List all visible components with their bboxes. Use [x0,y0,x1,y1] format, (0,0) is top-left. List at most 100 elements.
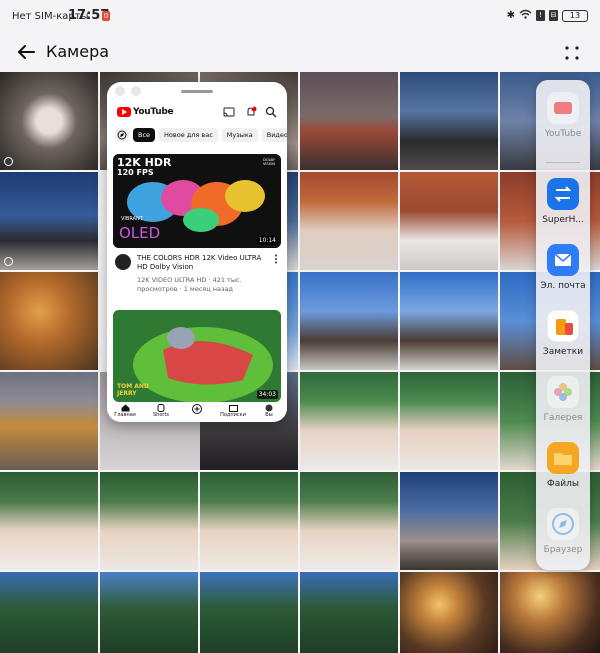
photo-thumbnail[interactable] [500,572,600,653]
video-title[interactable]: THE COLORS HDR 12K Video ULTRA HD Dolby … [137,254,267,272]
explore-icon[interactable] [115,128,129,142]
email-app-icon [547,244,579,276]
files-app-icon [547,442,579,474]
drag-handle[interactable] [181,90,213,93]
photo-thumbnail[interactable] [0,272,98,370]
thumb-text-vibrant: VIBRANT [121,216,143,222]
photo-thumbnail[interactable] [0,172,98,270]
notification-badge: 0 [102,11,110,21]
photo-thumbnail[interactable] [100,472,198,570]
dock-separator [546,162,580,163]
dock-app-label: Заметки [542,347,584,357]
nav-create[interactable] [181,402,213,422]
youtube-logo-icon [117,107,131,117]
nav-home[interactable]: Главная [109,402,141,422]
live-photo-icon [4,157,13,166]
dock-app-label: Галерея [543,413,583,423]
window-controls [107,82,287,100]
chip-all[interactable]: Все [133,128,156,142]
chip-music[interactable]: Музыка [221,128,258,142]
superhub-app-icon [547,178,579,210]
photo-thumbnail[interactable] [400,472,498,570]
window-close-icon[interactable] [131,86,141,96]
chip-new[interactable]: Новое для вас [159,128,218,142]
thumb-text-dolby: DOLBY VISION [262,158,276,166]
home-icon [121,404,129,412]
photo-thumbnail[interactable] [300,472,398,570]
bottom-nav: Главная Shorts Подписки Вы [107,402,287,422]
photo-thumbnail[interactable] [300,272,398,370]
photo-thumbnail[interactable] [0,72,98,170]
photo-thumbnail[interactable] [300,172,398,270]
photo-thumbnail[interactable] [300,572,398,653]
shorts-icon [157,404,165,412]
video-meta: 12K VIDEO ULTRA HD · 421 тыс. просмотров… [137,276,242,293]
side-app-dock: YouTube SuperH... Эл. почта Заметки Гале… [536,80,590,570]
status-icons: ✱ ! ⊟ 13 [507,9,588,22]
battery-icon: 13 [562,9,588,22]
video-menu-icon[interactable] [273,254,279,264]
create-plus-icon [192,404,202,414]
photo-thumbnail[interactable] [400,272,498,370]
photo-thumbnail[interactable] [400,572,498,653]
nav-you[interactable]: Вы [253,402,285,422]
nav-label: Подписки [220,412,246,418]
browser-app-icon [547,508,579,540]
thumb-text-fps: 120 FPS [117,168,154,177]
notes-app-icon [547,310,579,342]
search-icon[interactable] [265,106,277,118]
nav-label: Shorts [152,412,170,418]
chip-video[interactable]: Видео [261,128,287,142]
channel-avatar[interactable] [115,254,131,270]
photo-thumbnail[interactable] [300,372,398,470]
dock-app-label: SuperH... [542,215,584,225]
dock-app-files[interactable]: Файлы [536,442,590,489]
photo-thumbnail[interactable] [0,372,98,470]
nav-shorts[interactable]: Shorts [145,402,177,422]
notification-count: 1 [251,104,255,110]
dock-app-browser[interactable]: Браузер [536,508,590,555]
dock-app-notes[interactable]: Заметки [536,310,590,357]
photo-thumbnail[interactable] [0,572,98,653]
album-title: Камера [46,42,110,61]
dock-app-email[interactable]: Эл. почта [536,244,590,291]
photo-thumbnail[interactable] [200,472,298,570]
gallery-app-icon [547,376,579,408]
video-thumbnail[interactable]: 12K HDR 120 FPS VIBRANT OLED DOLBY VISIO… [113,154,281,248]
thumb-text-tom-jerry: TOM AND JERRY [117,383,149,397]
album-header: Камера [0,34,600,72]
more-options-icon[interactable] [562,43,582,63]
dock-app-gallery[interactable]: Галерея [536,376,590,423]
window-minimize-icon[interactable] [115,86,125,96]
signal-badge-icon: ! [536,10,545,21]
cast-icon[interactable] [223,106,235,118]
dock-app-superhub[interactable]: SuperH... [536,178,590,225]
youtube-app-icon [547,92,579,124]
photo-thumbnail[interactable] [200,572,298,653]
video-duration: 10:14 [256,236,278,245]
youtube-wordmark: YouTube [133,107,174,117]
gallery-screen: Нет SIM-карты 17:57 0 ✱ ! ⊟ 13 Камера Yo… [0,0,600,653]
photo-thumbnail[interactable] [100,572,198,653]
photo-thumbnail[interactable] [300,72,398,170]
photo-thumbnail[interactable] [400,72,498,170]
photo-thumbnail[interactable] [0,472,98,570]
dock-app-label: Файлы [547,479,579,489]
floating-app-window[interactable]: YouTube 1 Все Новое для вас Музыка Видео… [107,82,287,422]
youtube-header: YouTube 1 [107,102,287,124]
back-arrow-icon[interactable] [14,40,38,64]
nav-label: Вы [265,412,273,418]
nav-subscriptions[interactable]: Подписки [217,402,249,422]
subscriptions-icon [228,405,238,412]
photo-thumbnail[interactable] [400,372,498,470]
video-duration: 34:03 [256,390,278,399]
dock-app-youtube[interactable]: YouTube [536,92,590,139]
nav-label: Главная [114,412,136,418]
sim-icon: ⊟ [549,10,558,21]
video-thumbnail[interactable]: TOM AND JERRY 34:03 [113,310,281,402]
dock-app-label: YouTube [544,129,582,139]
dock-app-label: Эл. почта [540,281,586,291]
photo-thumbnail[interactable] [400,172,498,270]
category-chips: Все Новое для вас Музыка Видео [107,126,287,144]
profile-icon [265,404,273,412]
